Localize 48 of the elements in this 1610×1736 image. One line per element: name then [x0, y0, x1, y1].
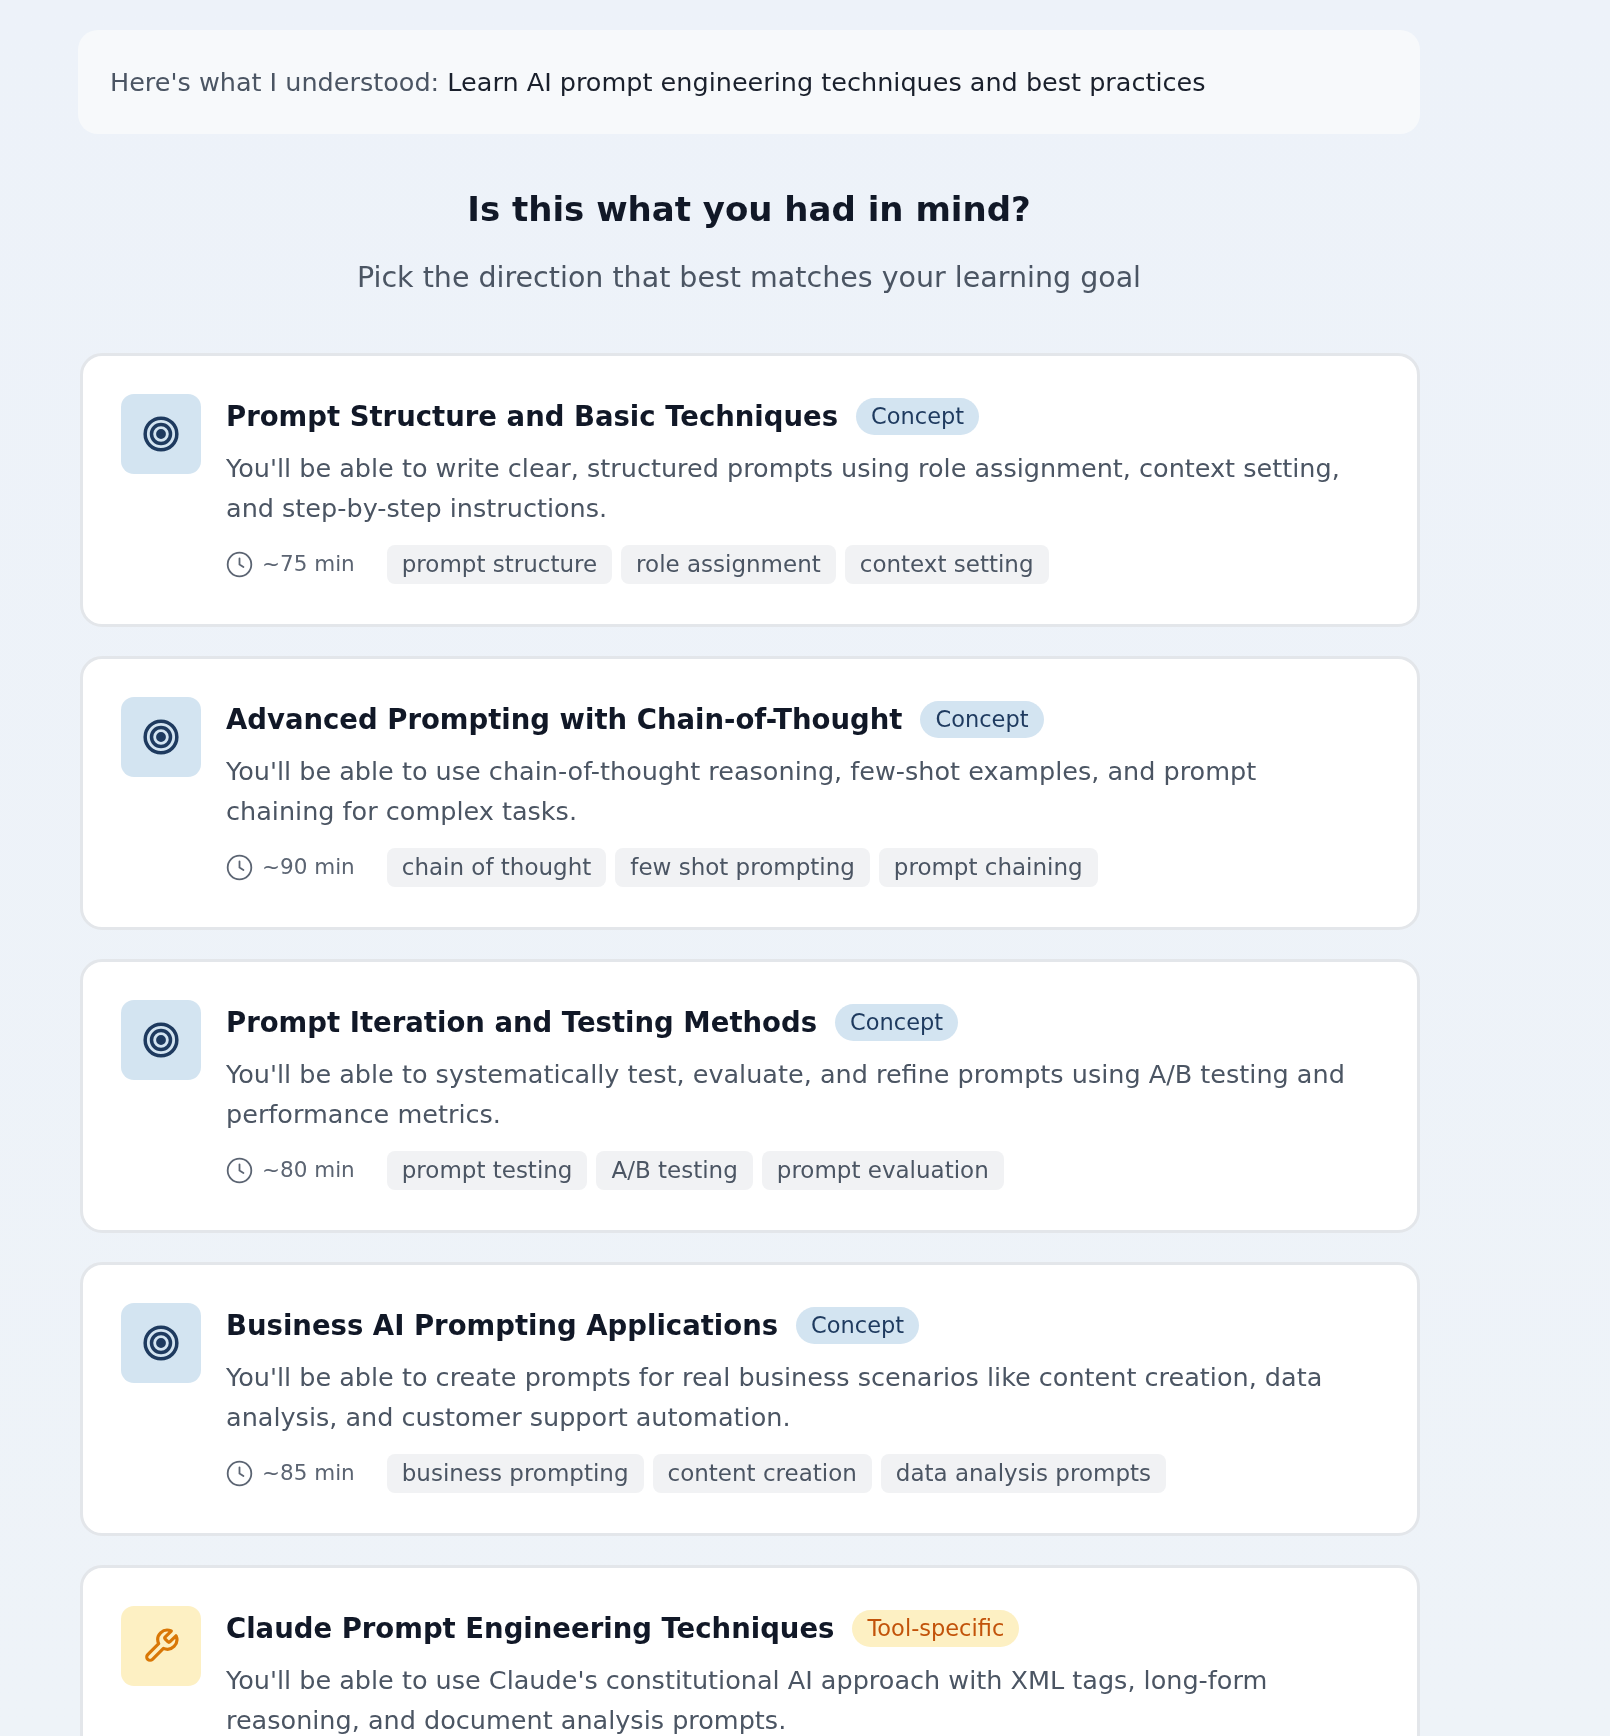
duration-text: ~85 min: [262, 1458, 355, 1487]
category-badge: Tool-specific: [852, 1609, 1020, 1647]
target-icon: [121, 1000, 201, 1080]
option-description: You'll be able to create prompts for real business scenarios like content creation, data analysis, and customer support automation.: [226, 1361, 1324, 1434]
topic-tag: chain of thought: [386, 847, 607, 887]
clock-icon: [226, 1156, 253, 1184]
option-title: Business AI Prompting Applications: [226, 1308, 779, 1343]
option-card[interactable]: [80, 353, 1420, 627]
topic-tag: prompt testing: [386, 1150, 588, 1190]
target-icon: [121, 1303, 201, 1383]
option-title: Prompt Structure and Basic Techniques: [226, 399, 839, 434]
duration-text: ~75 min: [262, 549, 355, 578]
category-badge: Concept: [796, 1306, 920, 1344]
target-icon: [121, 697, 201, 777]
option-description: You'll be able to use Claude's constitutional AI approach with XML tags, long-form reasoning, and document analysis prompts.: [226, 1664, 1269, 1736]
topic-tag: role assignment: [621, 544, 836, 584]
summary-text: Here's what I understood: Learn AI prompt engineering techniques and best practices: [110, 65, 1206, 99]
option-description: You'll be able to use chain-of-thought reasoning, few-shot examples, and prompt chaining for complex tasks.: [226, 755, 1258, 828]
category-badge: Concept: [856, 397, 980, 435]
clock-icon: [226, 550, 253, 578]
topic-tag: content creation: [652, 1453, 872, 1493]
option-title: Claude Prompt Engineering Techniques: [226, 1611, 835, 1646]
topic-tag: few shot prompting: [615, 847, 870, 887]
category-badge: Concept: [835, 1003, 959, 1041]
clock-icon: [226, 853, 253, 881]
clock-icon: [226, 1459, 253, 1487]
option-description: You'll be able to write clear, structured prompts using role assignment, context setting, and step-by-step instructions.: [226, 452, 1341, 525]
option-card[interactable]: [80, 959, 1420, 1233]
option-card[interactable]: Claude Prompt Engineering Techniques Tool-specific You'll be able to use Claude's constitutional AI approach with XML tags, long-form reasoning, and document analysis prompts.: [80, 1565, 1420, 1736]
target-icon: [121, 394, 201, 474]
option-description: You'll be able to systematically test, evaluate, and refine prompts using A/B testing and performance metrics.: [226, 1058, 1346, 1131]
topic-tag: data analysis prompts: [880, 1453, 1166, 1493]
duration-text: ~80 min: [262, 1155, 355, 1184]
page-subheading: Pick the direction that best matches your learning goal: [355, 260, 1143, 296]
topic-tag: business prompting: [386, 1453, 644, 1493]
category-badge: Concept: [920, 700, 1044, 738]
topic-tag: prompt chaining: [878, 847, 1098, 887]
topic-tag: prompt evaluation: [761, 1150, 1004, 1190]
option-card[interactable]: [80, 656, 1420, 930]
topic-tag: prompt structure: [386, 544, 613, 584]
duration-text: ~90 min: [262, 852, 355, 881]
option-title: Prompt Iteration and Testing Methods: [226, 1005, 818, 1040]
wrench-icon: [121, 1606, 201, 1686]
topic-tag: context setting: [844, 544, 1049, 584]
option-title: Advanced Prompting with Chain-of-Thought: [226, 702, 903, 737]
page-heading: Is this what you had in mind?: [466, 188, 1032, 231]
topic-tag: A/B testing: [596, 1150, 753, 1190]
option-card[interactable]: [80, 1262, 1420, 1536]
